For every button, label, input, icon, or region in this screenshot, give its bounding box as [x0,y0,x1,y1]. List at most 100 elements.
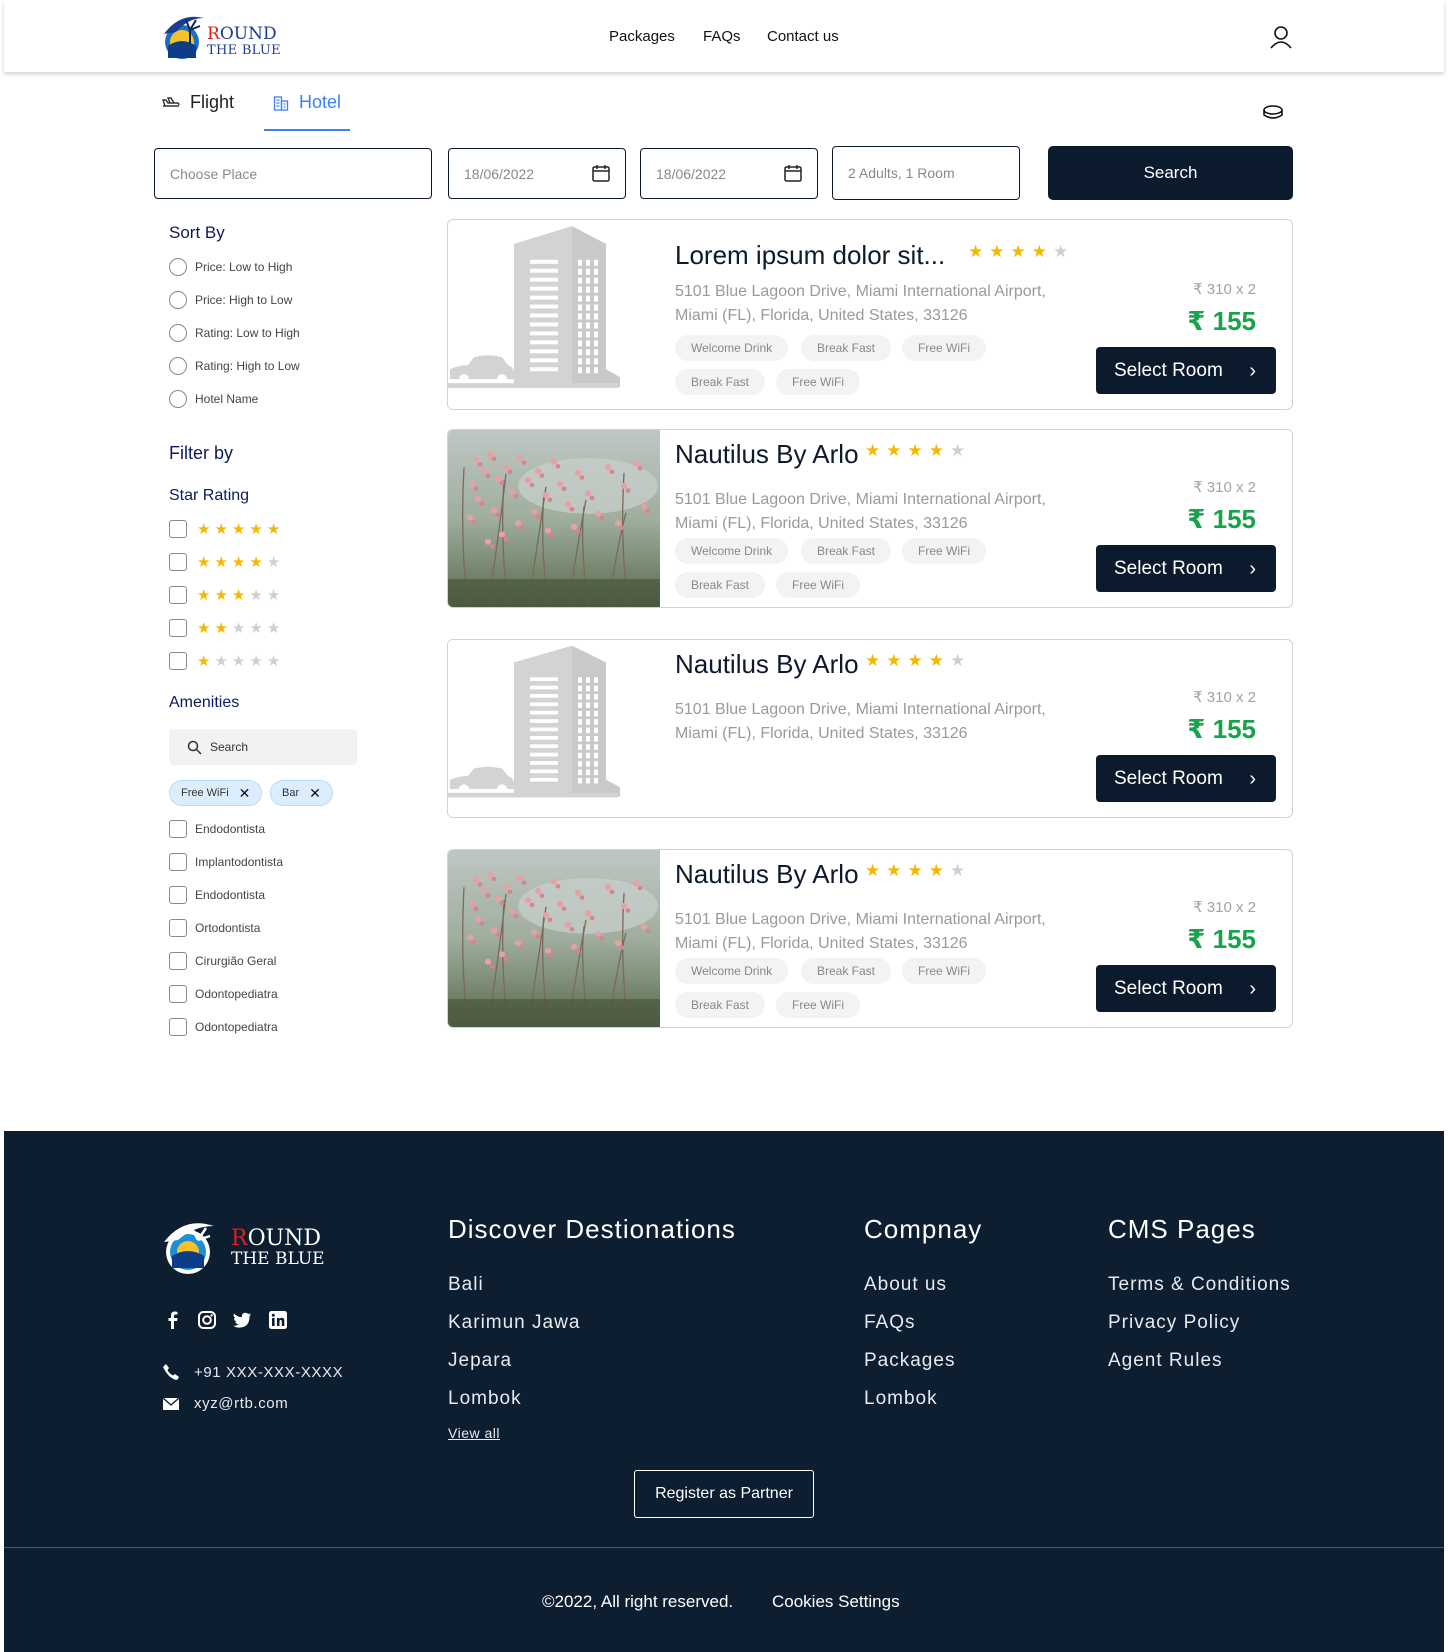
checkbox[interactable] [169,886,187,904]
select-room-button[interactable]: Select Room › [1096,545,1276,592]
checkbox[interactable] [169,985,187,1003]
cookies-settings-link[interactable]: Cookies Settings [772,1592,900,1612]
nav-faqs[interactable]: FAQs [703,28,741,45]
sort-option[interactable]: Rating: Low to High [169,324,300,342]
star-icon: ★ [231,620,246,637]
amenities-search[interactable]: Search [169,729,357,765]
linkedin-icon[interactable] [268,1310,288,1330]
footer-link-cms[interactable]: Agent Rules [1108,1350,1223,1372]
amenity-option[interactable]: Cirurgião Geral [169,952,276,970]
choose-place-field[interactable] [154,148,432,199]
tab-hotel[interactable]: Hotel [273,92,341,113]
checkbox[interactable] [169,1018,187,1036]
checkbox[interactable] [169,619,187,637]
amenity-option-label: Odontopediatra [195,1020,278,1034]
nav-contact[interactable]: Contact us [767,28,839,45]
footer-link-destination[interactable]: Karimun Jawa [448,1312,580,1334]
sort-option[interactable]: Hotel Name [169,390,258,408]
checkbox[interactable] [169,520,187,538]
facebook-icon[interactable] [163,1310,183,1330]
choose-place-input[interactable] [170,165,416,182]
star-icon: ★ [231,554,246,571]
calendar-icon[interactable] [591,163,611,183]
hotel-card[interactable]: Nautilus By Arlo ★ ★ ★ ★ ★ 5101 Blue Lagoon Dr… [447,849,1293,1028]
checkbox[interactable] [169,586,187,604]
hotel-address: 5101 Blue Lagoon Drive, Miami Internatio… [675,911,1046,952]
amenity-chip[interactable]: Bar ✕ [270,780,333,806]
calendar-icon[interactable] [783,163,803,183]
register-partner-button[interactable]: Register as Partner [634,1470,814,1518]
checkbox[interactable] [169,952,187,970]
star-icon: ★ [865,651,881,670]
star-icon: ★ [907,861,923,880]
user-account-icon[interactable] [1268,24,1294,50]
amenity-option[interactable]: Odontopediatra [169,985,278,1003]
hotel-card[interactable]: Nautilus By Arlo ★ ★ ★ ★ ★ 5101 Blue Lagoon Dr… [447,639,1293,818]
hotel-name[interactable]: Lorem ipsum dolor sit... [675,240,945,271]
nav-packages[interactable]: Packages [609,28,675,45]
view-all-link[interactable]: View all [448,1425,500,1441]
sort-option[interactable]: Rating: High to Low [169,357,300,375]
star-rating-filter-option[interactable]: ★ ★ ★ ★ ★ [169,586,280,604]
select-room-button[interactable]: Select Room › [1096,347,1276,394]
hotel-name[interactable]: Nautilus By Arlo [675,439,859,470]
radio-button[interactable] [169,390,187,408]
footer-link-company[interactable]: FAQs [864,1312,916,1334]
amenity-chip[interactable]: Free WiFi ✕ [169,780,263,806]
footer-link-destination[interactable]: Bali [448,1274,484,1296]
footer-link-company[interactable]: Lombok [864,1388,938,1410]
amenity-tag: Break Fast [675,572,766,598]
checkout-date-value: 18/06/2022 [656,165,727,182]
checkout-date-field[interactable]: 18/06/2022 [640,148,818,199]
amenity-option[interactable]: Endodontista [169,886,265,904]
checkbox[interactable] [169,553,187,571]
star-icon: ★ [928,651,944,670]
twitter-icon[interactable] [232,1310,252,1330]
price-per-night-breakdown: ₹ 310 x 2 [1193,899,1256,916]
close-icon[interactable]: ✕ [309,786,321,800]
footer-link-destination[interactable]: Lombok [448,1388,522,1410]
amenity-option[interactable]: Ortodontista [169,919,260,937]
guests-rooms-field[interactable]: 2 Adults, 1 Room [832,146,1020,200]
checkbox[interactable] [169,853,187,871]
star-icon: ★ [989,242,1005,261]
star-icon: ★ [231,587,246,604]
footer-email[interactable]: xyz@rtb.com [162,1395,288,1412]
instagram-icon[interactable] [197,1310,217,1330]
tab-flight[interactable]: Flight [162,92,234,113]
select-room-button[interactable]: Select Room › [1096,755,1276,802]
hotel-card[interactable]: Nautilus By Arlo ★ ★ ★ ★ ★ 5101 Blue Lagoon Dr… [447,429,1293,608]
select-room-button[interactable]: Select Room › [1096,965,1276,1012]
hotel-card[interactable]: Lorem ipsum dolor sit... ★ ★ ★ ★ ★ 5101 Blue L… [447,219,1293,410]
radio-button[interactable] [169,357,187,375]
amenity-option[interactable]: Odontopediatra [169,1018,278,1036]
star-rating-filter-option[interactable]: ★ ★ ★ ★ ★ [169,652,280,670]
footer-logo[interactable] [158,1212,228,1282]
star-rating-filter-option[interactable]: ★ ★ ★ ★ ★ [169,553,280,571]
footer-link-company[interactable]: About us [864,1274,947,1296]
hotel-name[interactable]: Nautilus By Arlo [675,859,859,890]
footer-link-destination[interactable]: Jepara [448,1350,512,1372]
radio-button[interactable] [169,324,187,342]
amenity-option[interactable]: Endodontista [169,820,265,838]
footer-link-cms[interactable]: Privacy Policy [1108,1312,1240,1334]
star-rating-filter-option[interactable]: ★ ★ ★ ★ ★ [169,619,280,637]
checkbox[interactable] [169,820,187,838]
sort-option[interactable]: Price: High to Low [169,291,292,309]
footer-link-company[interactable]: Packages [864,1350,955,1372]
amenity-option[interactable]: Implantodontista [169,853,283,871]
checkin-date-field[interactable]: 18/06/2022 [448,148,626,199]
radio-button[interactable] [169,258,187,276]
coins-icon[interactable] [1262,104,1284,122]
search-button[interactable]: Search [1048,146,1293,200]
sort-option[interactable]: Price: Low to High [169,258,292,276]
hotel-name[interactable]: Nautilus By Arlo [675,649,859,680]
close-icon[interactable]: ✕ [239,786,251,800]
footer-link-cms[interactable]: Terms & Conditions [1108,1274,1291,1296]
footer-phone[interactable]: +91 XXX-XXX-XXXX [162,1363,343,1381]
star-rating-filter-option[interactable]: ★ ★ ★ ★ ★ [169,520,280,538]
checkbox[interactable] [169,919,187,937]
radio-button[interactable] [169,291,187,309]
checkbox[interactable] [169,652,187,670]
checkin-date-value: 18/06/2022 [464,165,535,182]
